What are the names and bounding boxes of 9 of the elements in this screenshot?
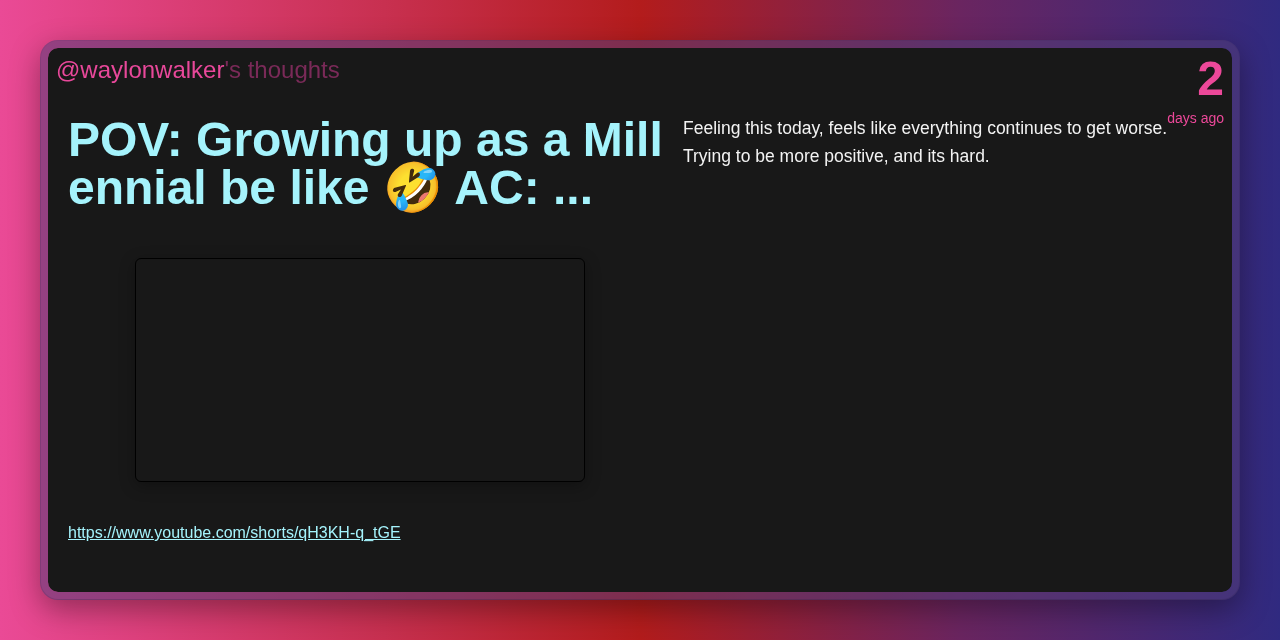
video-frame[interactable]: [135, 258, 585, 482]
post-link[interactable]: https://www.youtube.com/shorts/qH3KH-q_tGE: [68, 524, 401, 542]
author-handle: @waylonwalker: [56, 56, 225, 83]
header-title: 's thoughts: [224, 56, 340, 83]
comment-text: Feeling this today, feels like everything continues to get worse.: [683, 117, 1168, 140]
age-unit: days ago: [1167, 110, 1224, 126]
comment-text: Trying to be more positive, and its hard.: [683, 145, 991, 168]
age-number: 2: [1197, 54, 1224, 104]
post-title: POV: Growing up as a Millennial be like 🤣 AC: ...: [68, 116, 663, 212]
